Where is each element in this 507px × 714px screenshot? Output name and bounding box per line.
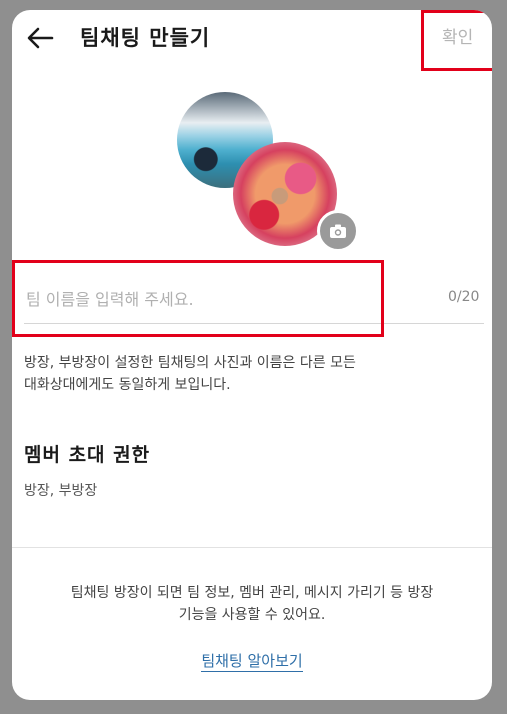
member-invite-title: 멤버 초대 권한 [24, 444, 151, 466]
photo-name-notice: 방장, 부방장이 설정한 팀채팅의 사진과 이름은 다른 모든 대화상대에게도 … [24, 352, 464, 396]
name-input-highlight-box [12, 260, 384, 337]
change-photo-button[interactable] [317, 210, 359, 252]
owner-info-line-2: 기능을 사용할 수 있어요. [178, 607, 326, 623]
member-invite-value[interactable]: 방장, 부방장 [24, 480, 97, 500]
team-profile-photos[interactable] [177, 92, 359, 252]
learn-more-label: 팀채팅 알아보기 [201, 652, 303, 672]
arrow-left-icon [27, 27, 54, 49]
owner-info-line-1: 팀채팅 방장이 되면 팀 정보, 멤버 관리, 메시지 가리기 등 방장 [70, 585, 434, 601]
camera-icon [330, 224, 346, 238]
confirm-highlight-box [421, 10, 492, 71]
team-chat-create-panel: 팀채팅 만들기 확인 0/20 방장, 부방장이 설정한 팀채팅의 사진과 이름… [12, 10, 492, 700]
page-title: 팀채팅 만들기 [80, 26, 211, 50]
owner-info-text: 팀채팅 방장이 되면 팀 정보, 멤버 관리, 메시지 가리기 등 방장 기능을… [12, 582, 492, 626]
notice-line-2: 대화상대에게도 동일하게 보입니다. [24, 377, 231, 393]
notice-line-1: 방장, 부방장이 설정한 팀채팅의 사진과 이름은 다른 모든 [24, 355, 356, 371]
section-divider [12, 547, 492, 548]
back-button[interactable] [22, 20, 58, 56]
header-bar: 팀채팅 만들기 확인 [12, 10, 492, 71]
learn-more-link[interactable]: 팀채팅 알아보기 [12, 650, 492, 672]
char-counter: 0/20 [448, 289, 480, 305]
